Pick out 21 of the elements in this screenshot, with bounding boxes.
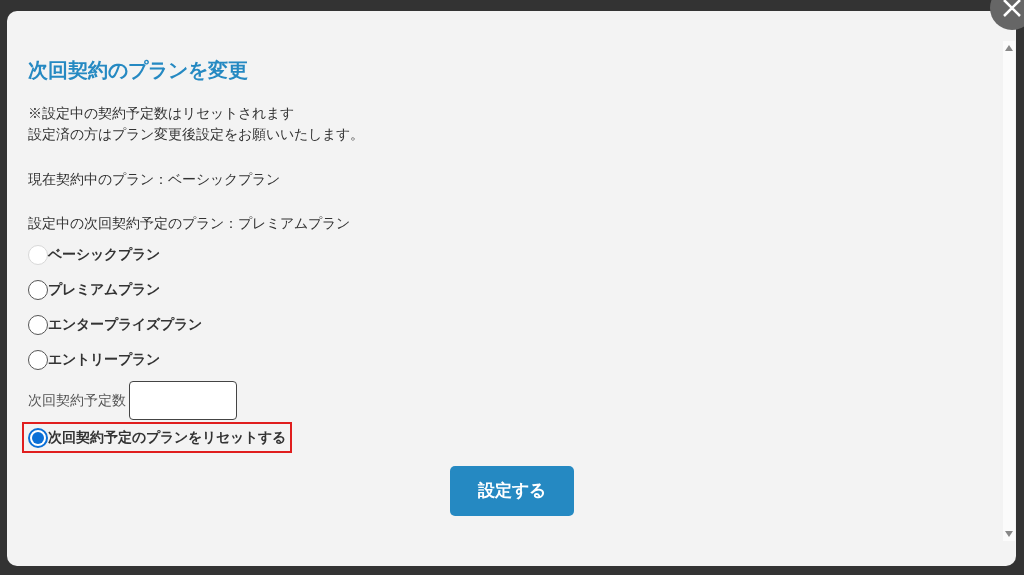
radio-button[interactable] [28, 314, 48, 335]
submit-button[interactable]: 設定する [449, 466, 574, 516]
close-icon [1002, 0, 1022, 18]
plan-option[interactable]: エントリープラン [48, 349, 160, 370]
current-plan-text: 現在契約中のプラン：ベーシックプラン [28, 170, 281, 189]
count-input[interactable] [129, 381, 237, 420]
scroll-up-icon[interactable] [1005, 45, 1013, 51]
reset-option-row[interactable]: 次回契約予定のプランをリセットする [22, 422, 292, 453]
plan-option[interactable]: エンタープライズプラン [48, 314, 202, 335]
radio-button[interactable] [28, 427, 48, 448]
scrollbar[interactable] [1003, 41, 1015, 541]
reset-option-label: 次回契約予定のプランをリセットする [48, 428, 286, 447]
scheduled-plan-text: 設定中の次回契約予定のプラン：プレミアムプラン [28, 214, 351, 233]
notice-text: ※設定中の契約予定数はリセットされます [28, 104, 295, 123]
scroll-down-icon[interactable] [1005, 531, 1013, 537]
count-label: 次回契約予定数 [28, 391, 126, 410]
radio-button[interactable] [28, 279, 48, 300]
notice-text: 設定済の方はプラン変更後設定をお願いいたします。 [28, 125, 365, 144]
radio-button[interactable] [28, 349, 48, 370]
plan-option[interactable]: プレミアムプラン [48, 279, 160, 300]
dialog-title: 次回契約のプランを変更 [28, 58, 249, 83]
